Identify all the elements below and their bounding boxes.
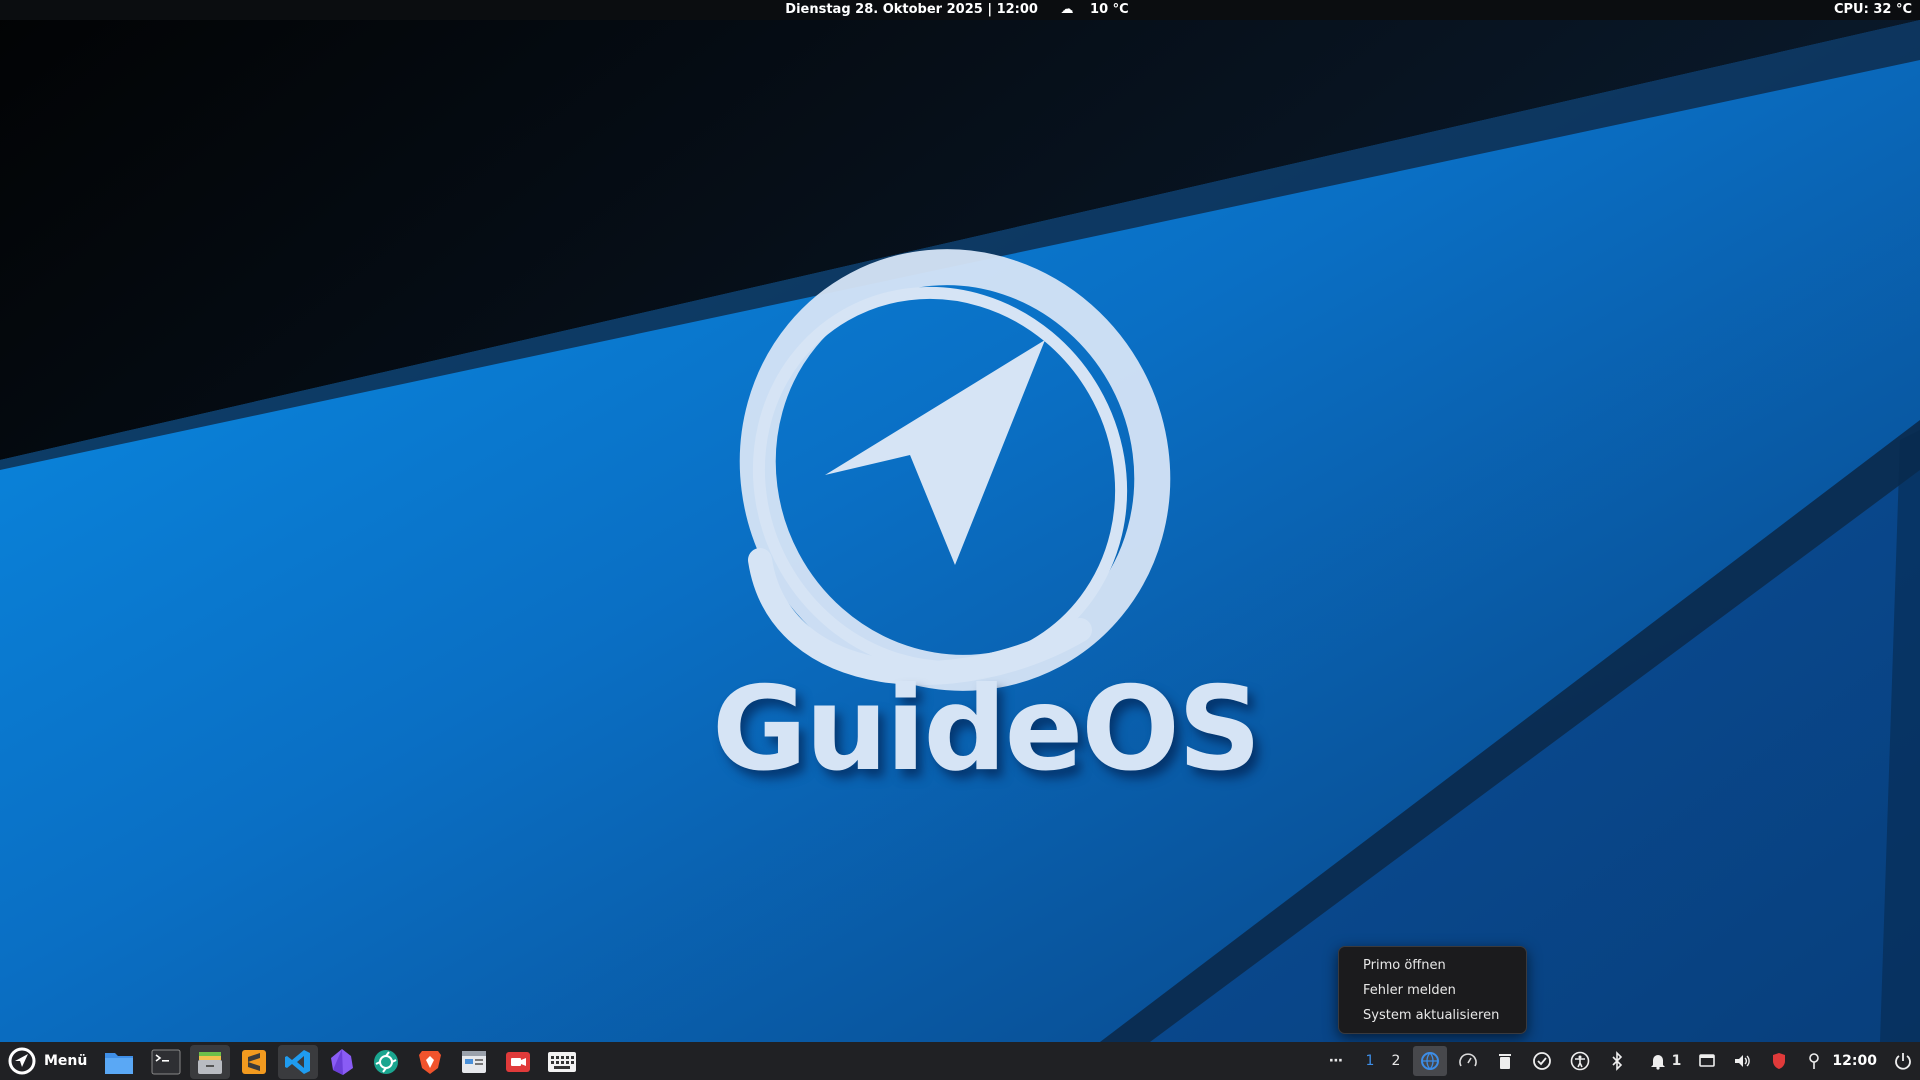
tray-trash[interactable] [1492, 1046, 1518, 1076]
menu-label: Menü [44, 1053, 88, 1069]
weather-applet[interactable]: ☁ 10 °C [1055, 2, 1135, 17]
launcher-brave-browser[interactable] [410, 1045, 450, 1079]
weather-temp: 10 °C [1090, 2, 1129, 17]
guideos-menu-icon [8, 1047, 36, 1075]
launcher-sublime-text[interactable] [234, 1045, 274, 1079]
terminal-icon [151, 1049, 181, 1075]
cpu-temp: CPU: 32 °C [1833, 2, 1912, 17]
launcher-terminal[interactable] [146, 1045, 186, 1079]
power-icon [1895, 1053, 1911, 1070]
launcher-archive-manager[interactable] [190, 1045, 230, 1079]
workspace-2[interactable]: 2 [1388, 1046, 1404, 1076]
notification-count: 1 [1671, 1053, 1682, 1069]
taskbar: Menü ⋯ 1 2 1 12:00 [0, 1042, 1920, 1080]
launcher-keyboard[interactable] [542, 1045, 582, 1079]
display-icon [1699, 1054, 1715, 1067]
tray-bluetooth[interactable] [1605, 1046, 1629, 1076]
tray-guideos-button[interactable] [1413, 1046, 1447, 1076]
tray-notifications[interactable]: 1 [1645, 1046, 1685, 1076]
shield-icon [1773, 1053, 1785, 1069]
menu-item-open-primo[interactable]: Primo öffnen [1339, 953, 1526, 978]
menu-item-update-system[interactable]: System aktualisieren [1339, 1003, 1526, 1028]
obsidian-icon [331, 1049, 353, 1075]
keyboard-icon [548, 1052, 576, 1072]
taskbar-clock[interactable]: 12:00 [1832, 1053, 1877, 1069]
menu-item-report-bug[interactable]: Fehler melden [1339, 978, 1526, 1003]
tray-speedometer[interactable] [1455, 1046, 1481, 1076]
launcher-screen-recorder[interactable] [498, 1045, 538, 1079]
cloud-icon: ☁ [1060, 2, 1074, 17]
brave-browser-icon [419, 1051, 441, 1074]
accessibility-icon [1570, 1051, 1590, 1071]
trash-icon [1499, 1054, 1511, 1069]
bell-icon [1650, 1055, 1665, 1070]
volume-icon [1735, 1055, 1750, 1067]
sublime-text-icon [242, 1050, 266, 1074]
tray-tasks[interactable] [1529, 1046, 1555, 1076]
launcher-obsidian[interactable] [322, 1045, 362, 1079]
bluetooth-icon [1612, 1051, 1623, 1071]
system-settings-icon [462, 1051, 486, 1073]
tray-accessibility[interactable] [1567, 1046, 1593, 1076]
guideos-wordmark: GuideOS [712, 662, 1261, 797]
photo-app-icon [374, 1050, 398, 1074]
tray-overflow-button[interactable]: ⋯ [1325, 1046, 1347, 1076]
launcher-vscode[interactable] [278, 1045, 318, 1079]
launcher-system-settings[interactable] [454, 1045, 494, 1079]
tray-volume[interactable] [1729, 1046, 1755, 1076]
speedometer-icon [1459, 1053, 1477, 1067]
location-pin-icon [1809, 1053, 1819, 1069]
tray-location[interactable] [1803, 1046, 1825, 1076]
context-menu: Primo öffnen Fehler melden System aktual… [1338, 946, 1527, 1034]
vscode-icon [285, 1050, 310, 1074]
globe-icon [1421, 1052, 1439, 1070]
launcher-file-manager[interactable] [99, 1045, 139, 1079]
archive-manager-icon [198, 1052, 222, 1074]
tray-display[interactable] [1694, 1046, 1720, 1076]
file-manager-icon [105, 1053, 133, 1074]
screen-recorder-icon [506, 1052, 530, 1072]
date-time[interactable]: Dienstag 28. Oktober 2025 | 12:00 [785, 2, 1038, 17]
tray-security[interactable] [1766, 1046, 1792, 1076]
menu-button[interactable]: Menü [8, 1046, 87, 1076]
top-panel: Dienstag 28. Oktober 2025 | 12:00 ☁ 10 °… [0, 0, 1920, 20]
workspace-1[interactable]: 1 [1362, 1046, 1378, 1076]
power-button[interactable] [1890, 1046, 1916, 1076]
launcher-photo-app[interactable] [366, 1045, 406, 1079]
check-circle-icon [1533, 1052, 1551, 1070]
